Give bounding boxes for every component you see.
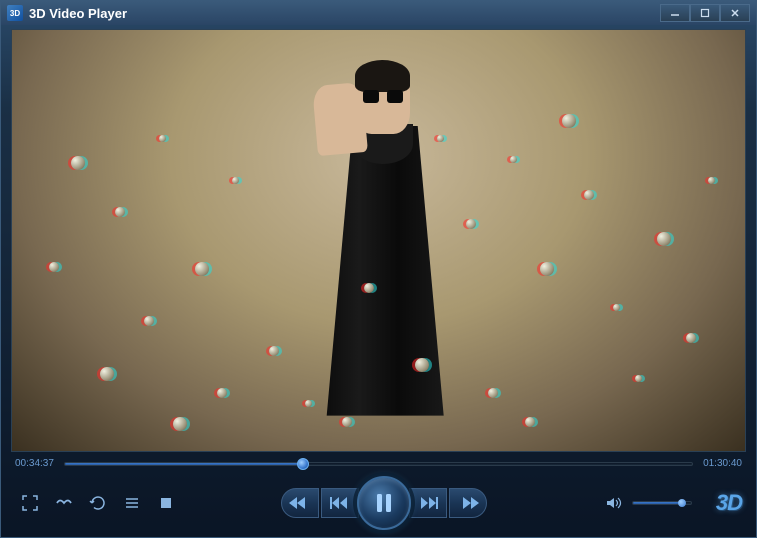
previous-button[interactable] [321,488,359,518]
playlist-icon [123,494,141,512]
control-bar: 00:34:37 01:30:40 [1,452,756,537]
minimize-button[interactable] [660,4,690,22]
rewind-icon [287,495,307,511]
current-time: 00:34:37 [15,458,54,469]
app-icon: 3D [7,5,23,21]
fullscreen-button[interactable] [19,492,41,514]
volume-button[interactable] [602,492,624,514]
close-icon [730,8,740,18]
play-pause-button[interactable] [357,476,411,530]
next-icon [418,495,438,511]
next-button[interactable] [409,488,447,518]
anaglyph-button[interactable] [53,492,75,514]
rewind-button[interactable] [281,488,319,518]
titlebar[interactable]: 3D 3D Video Player [1,1,756,25]
volume-slider[interactable] [632,501,692,505]
total-time: 01:30:40 [703,458,742,469]
app-title: 3D Video Player [29,6,654,21]
repeat-icon [89,494,107,512]
playlist-button[interactable] [121,492,143,514]
repeat-button[interactable] [87,492,109,514]
maximize-icon [700,8,710,18]
fast-forward-icon [461,495,481,511]
video-viewport[interactable] [11,29,746,452]
stop-icon [157,494,175,512]
seek-slider[interactable] [64,462,693,466]
glasses-icon [55,494,73,512]
fast-forward-button[interactable] [449,488,487,518]
volume-fill [633,502,682,504]
volume-icon [604,494,622,512]
close-button[interactable] [720,4,750,22]
3d-toggle-button[interactable]: 3D [716,490,742,516]
seek-thumb[interactable] [297,458,309,470]
app-window: 3D 3D Video Player [0,0,757,538]
previous-icon [330,495,350,511]
volume-thumb[interactable] [678,499,686,507]
fullscreen-icon [21,494,39,512]
pause-icon [373,491,395,515]
maximize-button[interactable] [690,4,720,22]
seek-fill [65,463,303,465]
video-frame [12,30,745,451]
minimize-icon [670,8,680,18]
stop-button[interactable] [155,492,177,514]
